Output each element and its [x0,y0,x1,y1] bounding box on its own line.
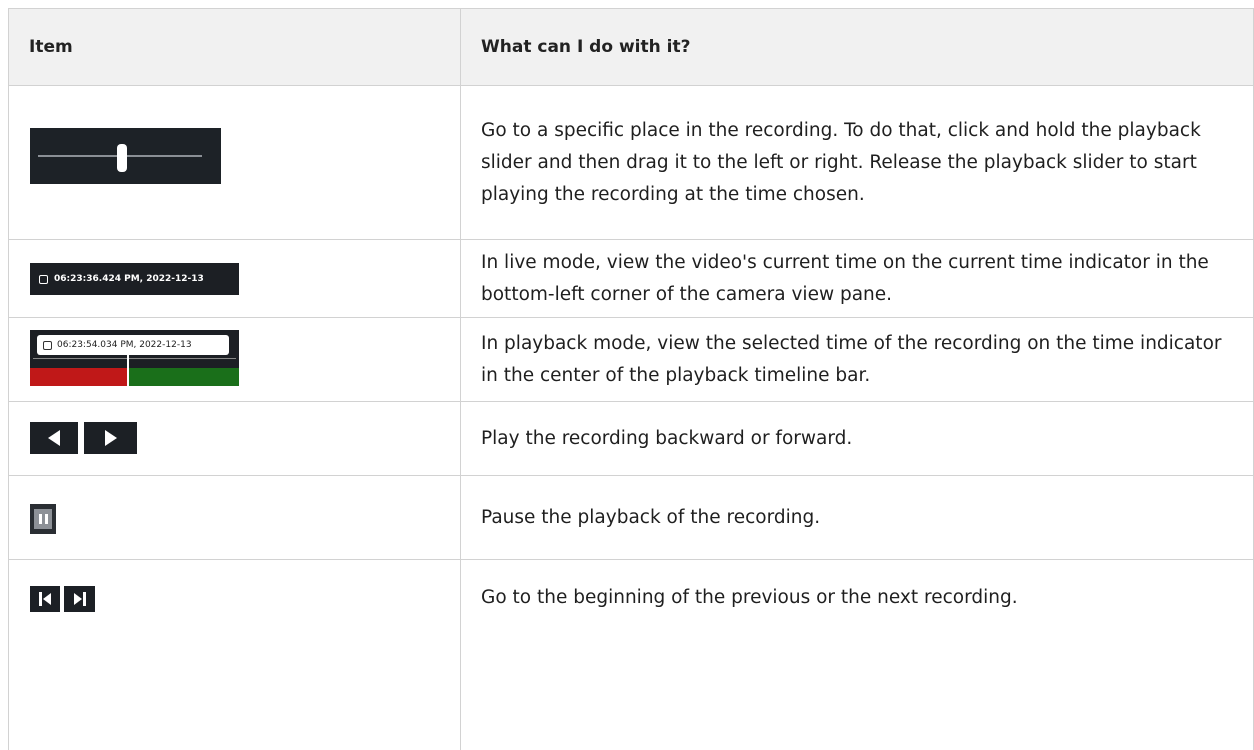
play-backward-icon [48,430,60,446]
description-cell: Pause the playback of the recording. [461,476,1253,559]
row-description: Play the recording backward or forward. [481,427,853,449]
description-cell: Play the recording backward or forward. [461,402,1253,475]
playback-slider-icon[interactable] [30,128,221,184]
skip-next-icon [73,592,86,606]
item-cell [9,402,461,475]
timeline-available-segment [129,368,239,386]
header-description-label: What can I do with it? [481,37,691,57]
skip-previous-icon [39,592,51,606]
header-item-label: Item [29,37,73,57]
live-time-text: 06:23:36.424 PM, 2022-12-13 [54,274,204,284]
live-time-indicator: 06:23:36.424 PM, 2022-12-13 [30,263,239,295]
item-cell [9,560,461,750]
pause-button[interactable] [30,504,56,534]
row-description: Go to a specific place in the recording.… [481,119,1201,205]
table-row: Pause the playback of the recording. [8,476,1254,560]
header-cell-description: What can I do with it? [461,9,1253,85]
row-description: Go to the beginning of the previous or t… [481,587,1018,608]
table-row: Play the recording backward or forward. [8,402,1254,476]
row-description: In live mode, view the video's current t… [481,251,1209,305]
table-header-row: Item What can I do with it? [8,8,1254,86]
table-row: Go to the beginning of the previous or t… [8,560,1254,750]
pause-icon [34,509,52,529]
previous-recording-button[interactable] [30,586,60,612]
description-cell: Go to the beginning of the previous or t… [461,560,1253,750]
row-description: In playback mode, view the selected time… [481,332,1222,386]
table-row: 06:23:36.424 PM, 2022-12-13 In live mode… [8,240,1254,318]
table-row: 06:23:54.034 PM, 2022-12-13 In playback … [8,318,1254,402]
timeline-cursor [127,354,129,386]
next-recording-button[interactable] [64,586,95,612]
timeline-recorded-segment [30,368,127,386]
clock-icon [43,340,52,350]
play-forward-button[interactable] [84,422,137,454]
clock-icon [39,274,48,284]
playback-time-text: 06:23:54.034 PM, 2022-12-13 [57,340,192,350]
playback-time-indicator: 06:23:54.034 PM, 2022-12-13 [30,330,239,386]
play-forward-icon [104,430,117,446]
description-cell: In playback mode, view the selected time… [461,318,1253,401]
description-cell: Go to a specific place in the recording.… [461,86,1253,239]
row-description: Pause the playback of the recording. [481,506,821,528]
play-backward-button[interactable] [30,422,78,454]
header-cell-item: Item [9,9,461,85]
slider-thumb[interactable] [117,144,127,172]
item-cell [9,86,461,239]
table-row: Go to a specific place in the recording.… [8,86,1254,240]
item-cell [9,476,461,559]
description-cell: In live mode, view the video's current t… [461,240,1253,317]
item-cell: 06:23:36.424 PM, 2022-12-13 [9,240,461,317]
timeline-ticks [33,358,236,367]
item-cell: 06:23:54.034 PM, 2022-12-13 [9,318,461,401]
time-bubble: 06:23:54.034 PM, 2022-12-13 [37,335,229,355]
